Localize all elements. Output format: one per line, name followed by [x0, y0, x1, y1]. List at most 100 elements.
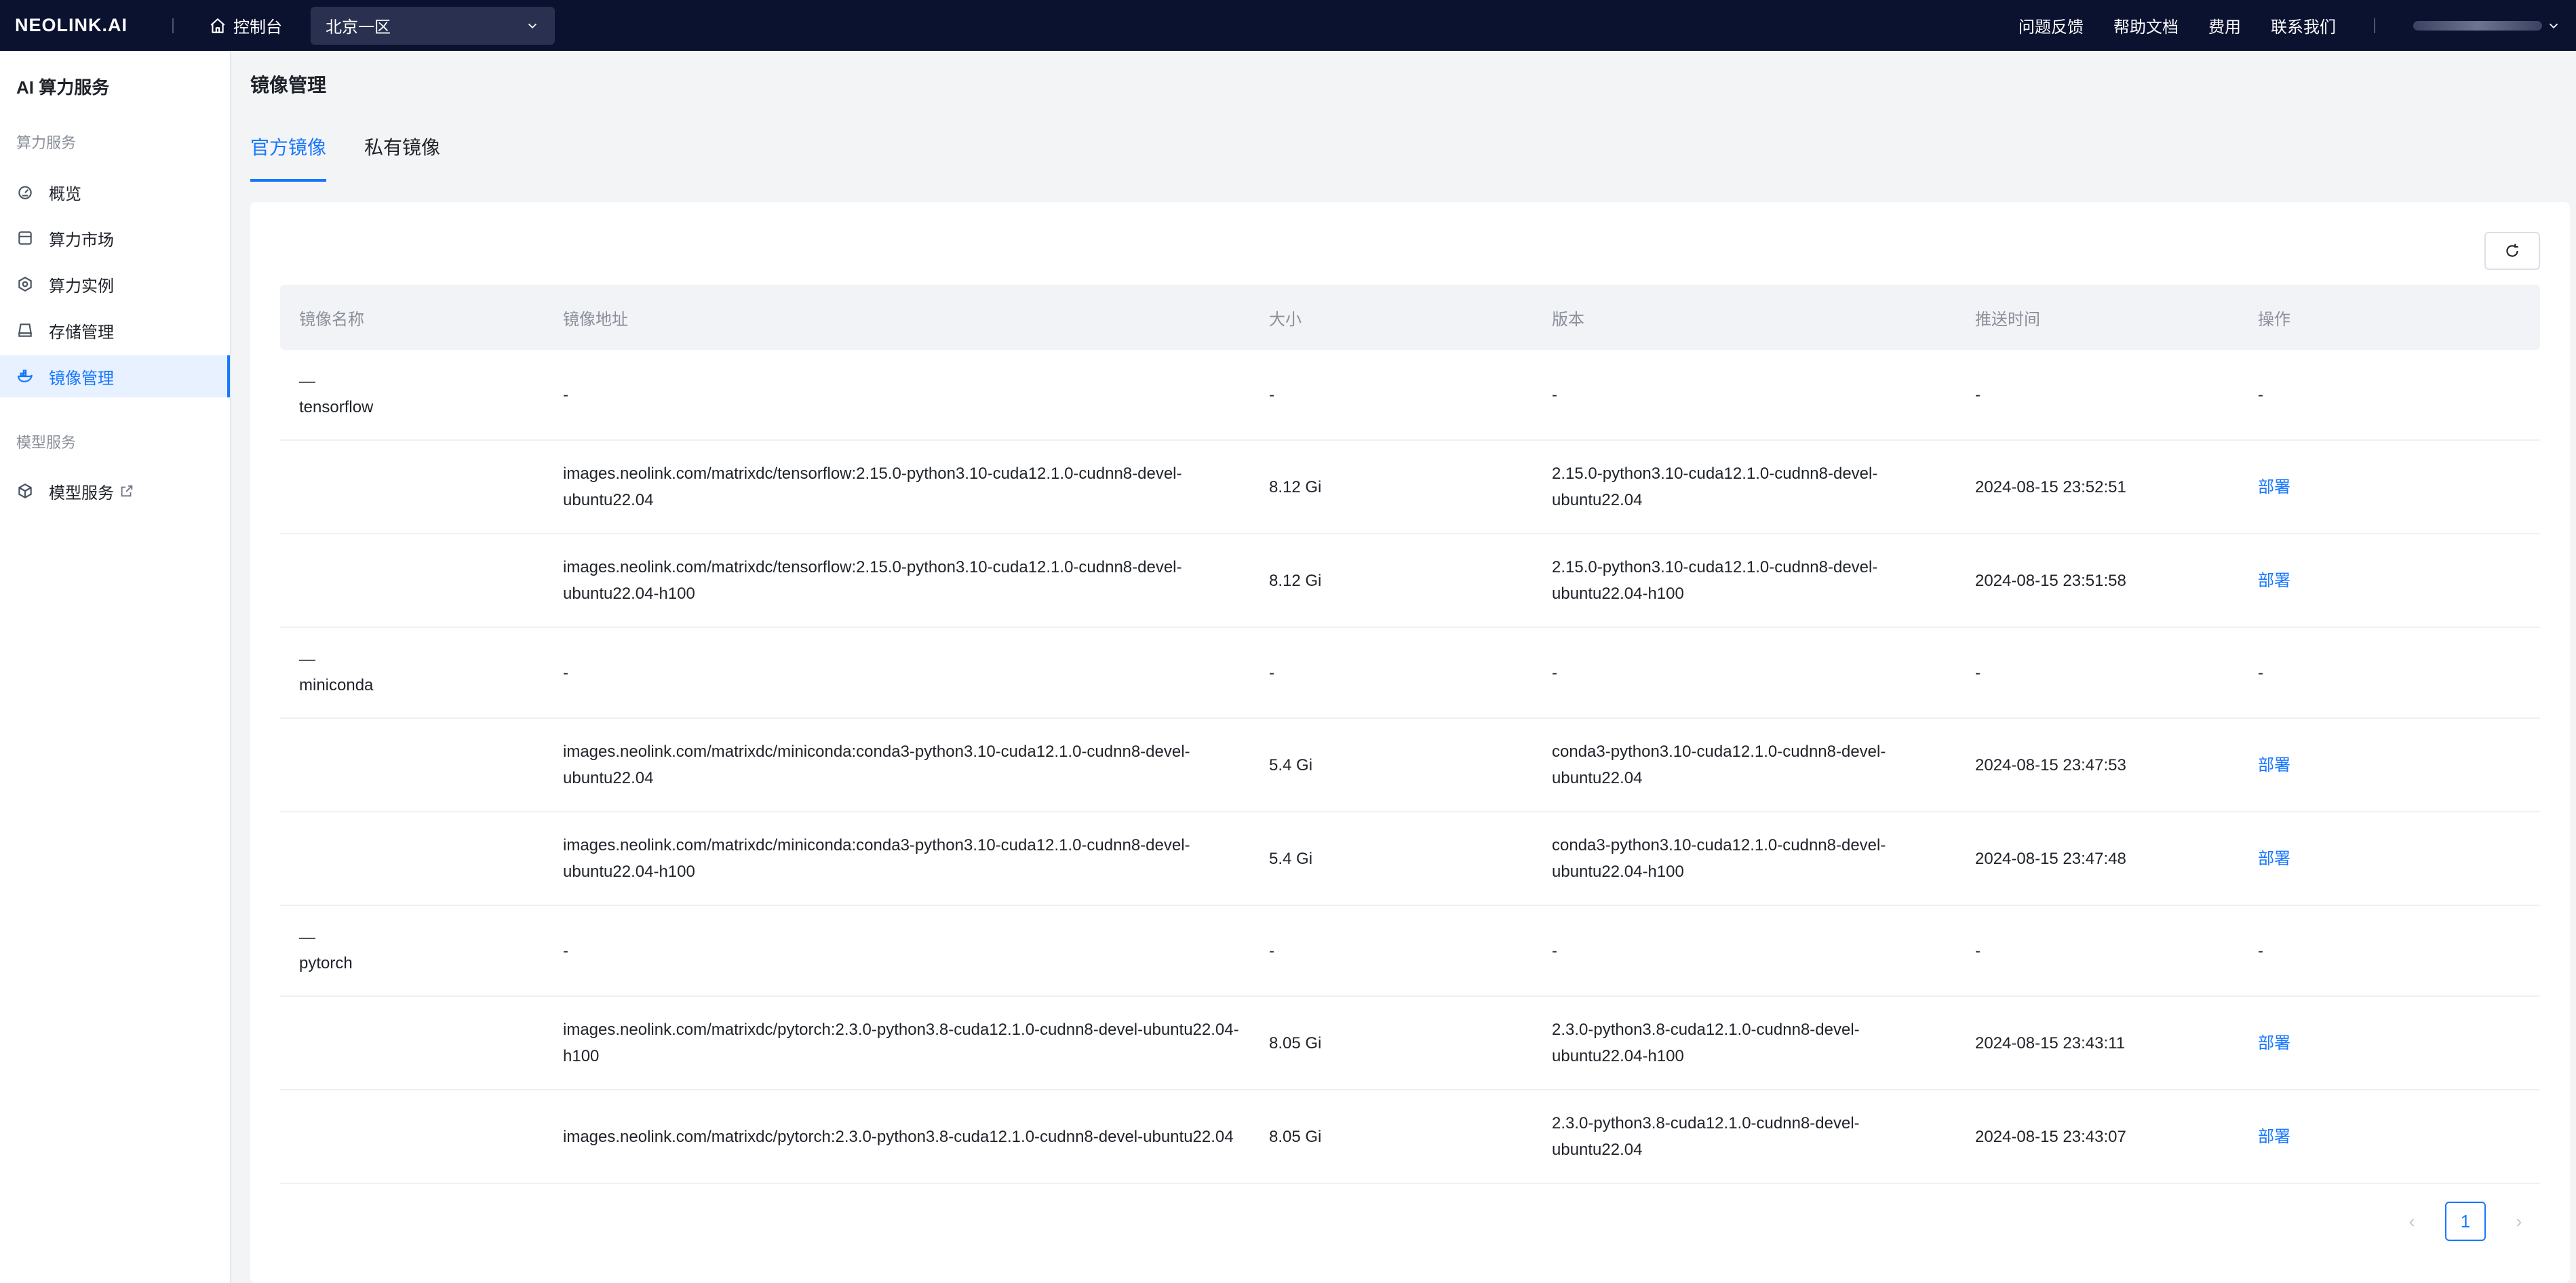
group-name: tensorflow	[299, 397, 374, 416]
push-time: 2024-08-15 23:43:07	[1975, 1127, 2126, 1146]
home-icon	[210, 18, 225, 33]
page-title: 镜像管理	[250, 75, 327, 96]
group-name: pytorch	[299, 953, 353, 972]
region-select[interactable]: 北京一区	[311, 6, 555, 45]
tab-private-images[interactable]: 私有镜像	[364, 133, 440, 182]
sidebar-item-market[interactable]: 算力市场	[0, 217, 230, 259]
empty-cell: -	[2258, 385, 2263, 404]
image-tabs: 官方镜像 私有镜像	[250, 133, 478, 182]
image-size: 5.4 Gi	[1269, 849, 1313, 868]
collapse-toggle[interactable]: —	[299, 648, 563, 672]
empty-cell: -	[563, 663, 568, 682]
contact-link[interactable]: 联系我们	[2271, 14, 2336, 37]
table-row: images.neolink.com/matrixdc/pytorch:2.3.…	[280, 1090, 2540, 1184]
group-name-cell: — tensorflow	[280, 370, 563, 420]
billing-link[interactable]: 费用	[2208, 14, 2241, 37]
image-address: images.neolink.com/matrixdc/tensorflow:2…	[563, 558, 1182, 603]
chevron-down-icon[interactable]	[2546, 18, 2561, 33]
empty-cell: -	[1269, 941, 1274, 960]
sidebar-item-overview[interactable]: 概览	[0, 171, 230, 213]
empty-cell: -	[1975, 663, 1980, 682]
chevron-down-icon	[528, 23, 537, 28]
image-size: 8.05 Gi	[1269, 1127, 1322, 1146]
refresh-icon	[2506, 243, 2518, 257]
console-link[interactable]: 控制台	[209, 14, 282, 37]
deploy-button[interactable]: 部署	[2258, 752, 2540, 778]
refresh-button[interactable]	[2484, 232, 2540, 270]
empty-cell: -	[2258, 663, 2263, 682]
sidebar-title: AI 算力服务	[16, 77, 110, 98]
sidebar-item-storage[interactable]: 存储管理	[0, 309, 230, 351]
images-card: 镜像名称 镜像地址 大小 版本 推送时间 操作 — tensorflow - -…	[250, 202, 2570, 1283]
sidebar-item-label: 模型服务	[49, 483, 114, 502]
region-selected-value: 北京一区	[326, 18, 391, 37]
page-number-current[interactable]: 1	[2445, 1202, 2486, 1241]
pagination: ‹ 1 ›	[2400, 1202, 2531, 1241]
image-address: images.neolink.com/matrixdc/pytorch:2.3.…	[563, 1127, 1234, 1146]
push-time: 2024-08-15 23:51:58	[1975, 571, 2126, 590]
top-navigation-bar: NEOLINK.AI 控制台 北京一区 问题反馈 帮助文档 费用 联系我们	[0, 0, 2576, 51]
group-name-cell: — miniconda	[280, 648, 563, 698]
image-size: 8.12 Gi	[1269, 571, 1322, 590]
group-name: miniconda	[299, 675, 374, 694]
sidebar-item-images[interactable]: 镜像管理	[0, 355, 230, 397]
model-icon	[18, 483, 32, 498]
empty-cell: -	[1975, 941, 1980, 960]
user-account-blurred[interactable]	[2413, 20, 2542, 31]
table-row: images.neolink.com/matrixdc/miniconda:co…	[280, 812, 2540, 906]
tab-official-images[interactable]: 官方镜像	[250, 133, 327, 182]
image-size: 8.05 Gi	[1269, 1033, 1322, 1052]
sidebar: AI 算力服务 算力服务 概览 算力市场 算力实例 存储管理 镜像管理 模型服务…	[0, 51, 231, 1283]
push-time: 2024-08-15 23:47:53	[1975, 755, 2126, 774]
deploy-button[interactable]: 部署	[2258, 846, 2540, 872]
collapse-toggle[interactable]: —	[299, 370, 563, 394]
top-right-menu: 问题反馈 帮助文档 费用 联系我们	[1989, 0, 2561, 51]
sidebar-group-label: 模型服务	[16, 434, 77, 451]
table-group-row: — miniconda - - - - -	[280, 628, 2540, 719]
storage-icon	[18, 323, 32, 337]
table-group-row: — pytorch - - - - -	[280, 906, 2540, 997]
group-name-cell: — pytorch	[280, 926, 563, 976]
image-size: 8.12 Gi	[1269, 477, 1322, 496]
deploy-button[interactable]: 部署	[2258, 1030, 2540, 1057]
deploy-button[interactable]: 部署	[2258, 1124, 2540, 1150]
prev-page-button[interactable]: ‹	[2400, 1210, 2423, 1233]
empty-cell: -	[2258, 941, 2263, 960]
sidebar-item-label: 镜像管理	[49, 369, 114, 388]
sidebar-item-model-service[interactable]: 模型服务	[0, 470, 230, 512]
empty-cell: -	[1269, 385, 1274, 404]
sidebar-group-label: 算力服务	[16, 134, 77, 151]
image-address: images.neolink.com/matrixdc/miniconda:co…	[563, 743, 1190, 787]
header-size: 大小	[1269, 310, 1302, 329]
empty-cell: -	[563, 385, 568, 404]
store-icon	[18, 231, 32, 245]
empty-cell: -	[1552, 385, 1557, 404]
image-version: conda3-python3.10-cuda12.1.0-cudnn8-deve…	[1552, 743, 1886, 787]
push-time: 2024-08-15 23:47:48	[1975, 849, 2126, 868]
sidebar-item-instances[interactable]: 算力实例	[0, 263, 230, 305]
push-time: 2024-08-15 23:43:11	[1975, 1033, 2126, 1052]
header-image-address: 镜像地址	[563, 310, 628, 329]
feedback-link[interactable]: 问题反馈	[2018, 14, 2084, 37]
image-address: images.neolink.com/matrixdc/miniconda:co…	[563, 836, 1190, 881]
deploy-button[interactable]: 部署	[2258, 474, 2540, 500]
empty-cell: -	[1975, 385, 1980, 404]
next-page-button[interactable]: ›	[2507, 1210, 2531, 1233]
docker-icon	[18, 370, 33, 382]
deploy-button[interactable]: 部署	[2258, 568, 2540, 594]
table-row: images.neolink.com/matrixdc/miniconda:co…	[280, 719, 2540, 812]
brand-logo[interactable]: NEOLINK.AI	[15, 15, 157, 36]
table-row: images.neolink.com/matrixdc/tensorflow:2…	[280, 534, 2540, 628]
image-version: conda3-python3.10-cuda12.1.0-cudnn8-deve…	[1552, 836, 1886, 881]
empty-cell: -	[563, 941, 568, 960]
help-docs-link[interactable]: 帮助文档	[2113, 14, 2179, 37]
collapse-toggle[interactable]: —	[299, 926, 563, 950]
sidebar-item-label: 算力市场	[49, 231, 114, 250]
image-version: 2.3.0-python3.8-cuda12.1.0-cudnn8-devel-…	[1552, 1114, 1860, 1159]
empty-cell: -	[1552, 663, 1557, 682]
empty-cell: -	[1269, 663, 1274, 682]
console-label: 控制台	[233, 18, 282, 37]
table-row: images.neolink.com/matrixdc/tensorflow:2…	[280, 441, 2540, 534]
image-version: 2.15.0-python3.10-cuda12.1.0-cudnn8-deve…	[1552, 558, 1878, 603]
sidebar-item-label: 算力实例	[49, 277, 114, 296]
